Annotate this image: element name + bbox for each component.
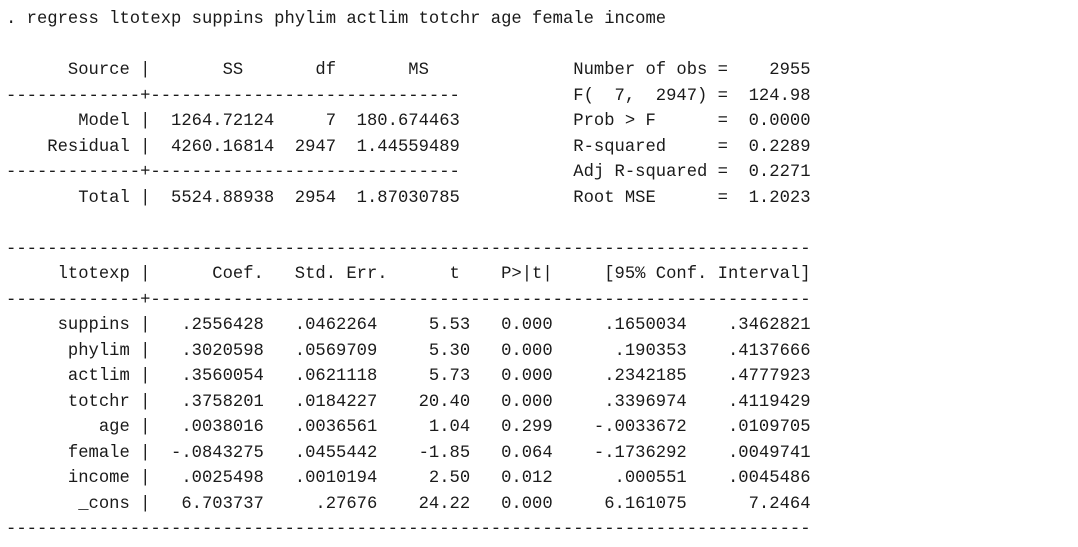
coef-row-phylim: phylim | .3020598 .0569709 5.30 0.000 .1… <box>6 341 811 361</box>
anova-rule: -------------+--------------------------… <box>6 86 811 106</box>
anova-rule: -------------+--------------------------… <box>6 163 811 182</box>
coef-row-income: income | .0025498 .0010194 2.50 0.012 .0… <box>6 469 811 488</box>
stata-regression-output: . regress ltotexp suppins phylim actlim … <box>6 7 811 543</box>
coef-row-actlim: actlim | .3560054 .0621118 5.73 0.000 .2… <box>6 367 811 386</box>
coef-row-suppins: suppins | .2556428 .0462264 5.53 0.000 .… <box>6 316 811 335</box>
anova-residual-row: Residual | 4260.16814 2947 1.44559489 R-… <box>6 137 811 157</box>
anova-total-row: Total | 5524.88938 2954 1.87030785 Root … <box>6 188 811 208</box>
anova-header: Source | SS df MS Number of obs = 2955 <box>6 61 811 80</box>
coef-header: ltotexp | Coef. Std. Err. t P>|t| [95% C… <box>6 265 811 284</box>
coef-top-rule: ----------------------------------------… <box>6 239 811 259</box>
coef-row-female: female | -.0843275 .0455442 -1.85 0.064 … <box>6 443 811 463</box>
coef-row-cons: _cons | 6.703737 .27676 24.22 0.000 6.16… <box>6 494 811 514</box>
coef-bottom-rule: ----------------------------------------… <box>6 520 811 539</box>
coef-header-rule: -------------+--------------------------… <box>6 290 811 310</box>
anova-model-row: Model | 1264.72124 7 180.674463 Prob > F… <box>6 112 811 131</box>
coef-row-age: age | .0038016 .0036561 1.04 0.299 -.003… <box>6 418 811 437</box>
command-line: . regress ltotexp suppins phylim actlim … <box>6 10 667 29</box>
coef-row-totchr: totchr | .3758201 .0184227 20.40 0.000 .… <box>6 392 811 412</box>
